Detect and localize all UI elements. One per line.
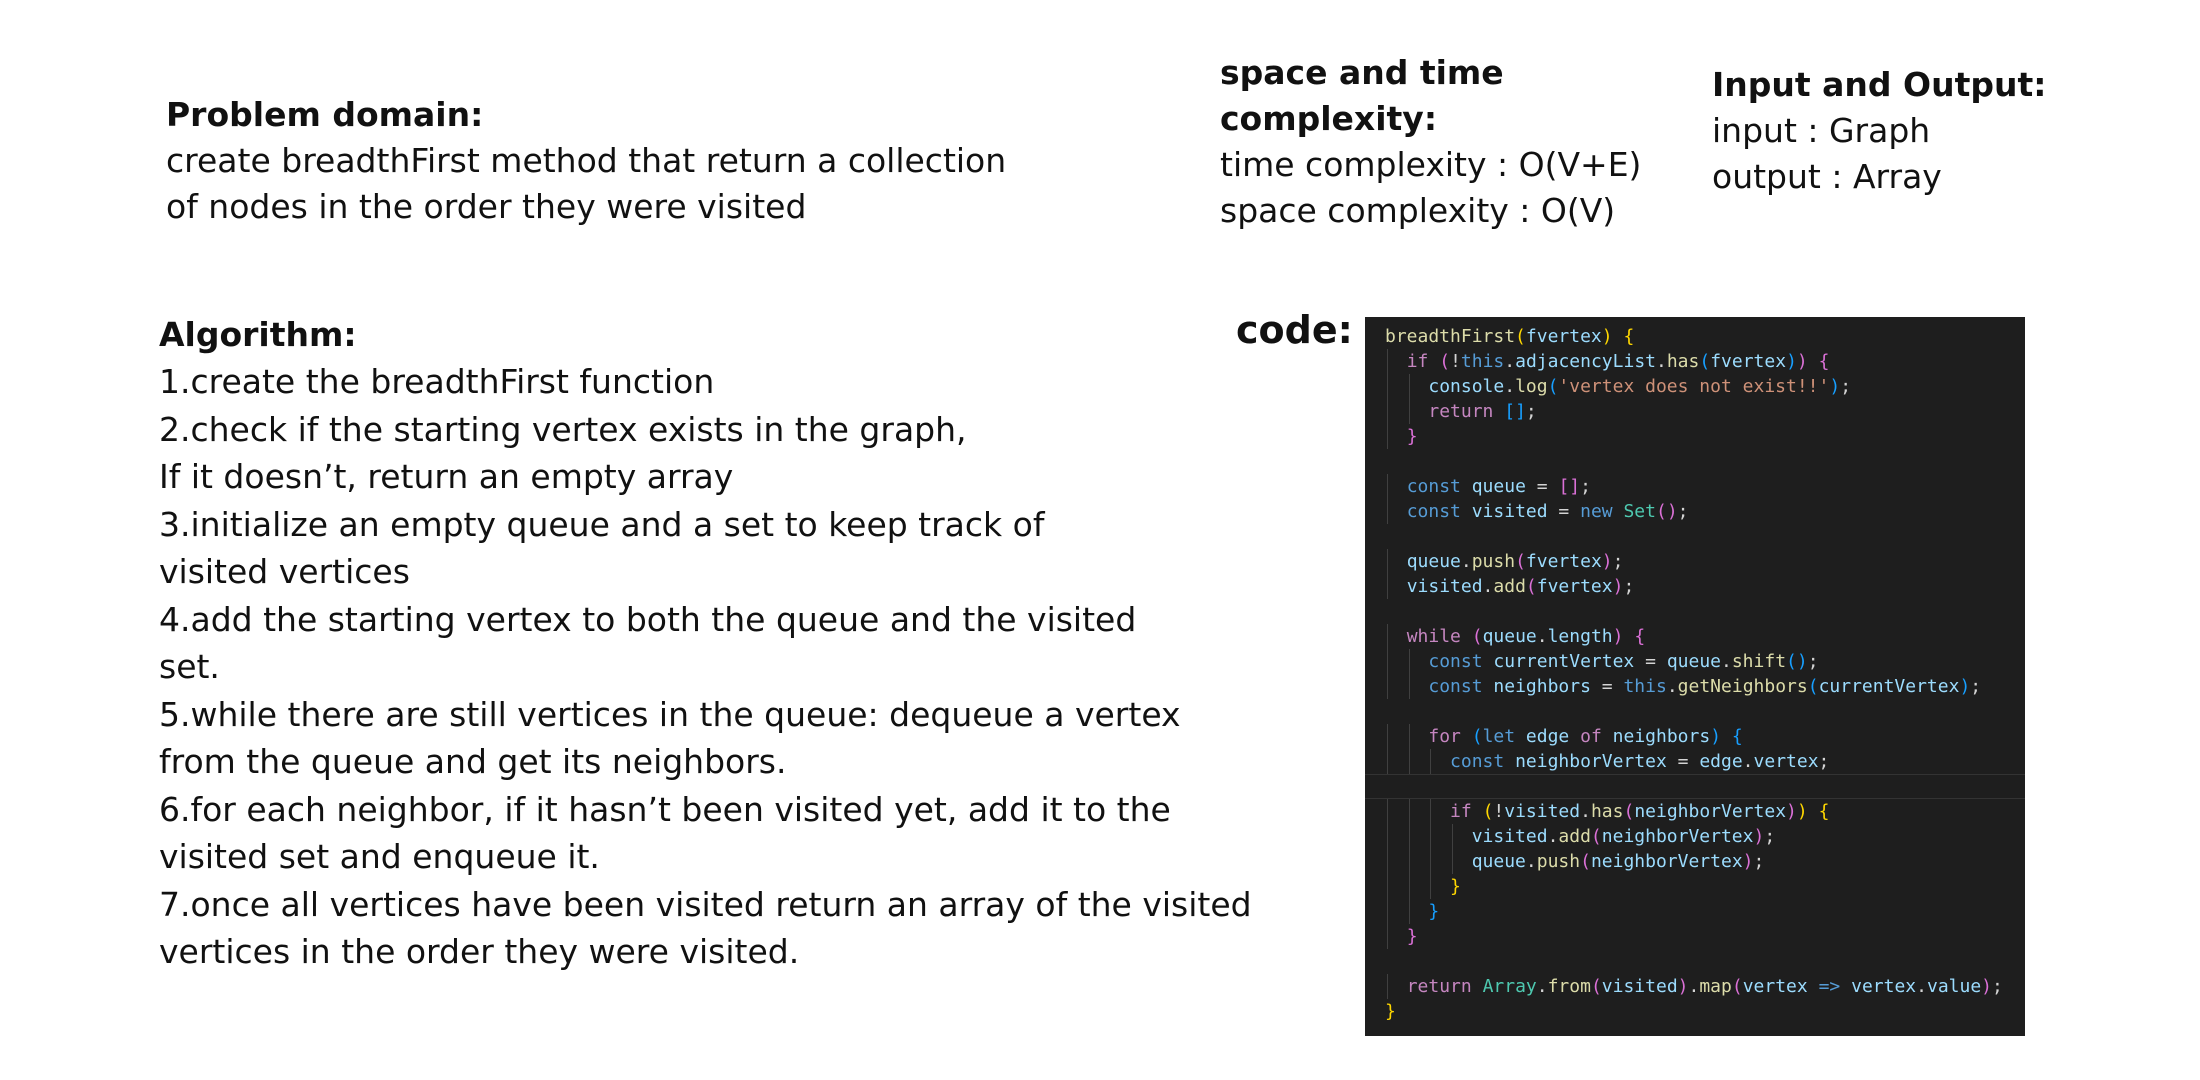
code-line-text: queue.push(fvertex); (1406, 551, 1624, 572)
code-line: const currentVertex = queue.shift(); (1365, 649, 2025, 674)
code-line: const neighborVertex = edge.vertex; (1365, 749, 2025, 774)
problem-domain-line: of nodes in the order they were visited (166, 187, 807, 226)
algorithm-line: visited set and enqueue it. (159, 837, 600, 876)
algorithm-line: 5.while there are still vertices in the … (159, 694, 1181, 734)
code-line-text: queue.push(neighborVertex); (1471, 851, 1765, 872)
code-line-text: const queue = []; (1406, 476, 1591, 497)
code-line: while (queue.length) { (1365, 624, 2025, 649)
problem-domain-heading: Problem domain: (166, 95, 484, 134)
algorithm-line: 7.once all vertices have been visited re… (159, 884, 1252, 924)
code-line: if (!this.adjacencyList.has(fvertex)) { (1365, 349, 2025, 374)
complexity-heading-line-1: space and time (1220, 53, 1504, 92)
algorithm-line: from the queue and get its neighbors. (159, 742, 787, 781)
code-line-text: } (1406, 926, 1418, 947)
code-line-text: visited.add(neighborVertex); (1471, 826, 1776, 847)
algorithm-line: 6.for each neighbor, if it hasn’t been v… (159, 789, 1171, 829)
input-output-heading: Input and Output: (1712, 65, 2047, 104)
complexity-heading-line-2: complexity: (1220, 99, 1438, 138)
code-line: breadthFirst(fvertex) { (1365, 324, 2025, 349)
code-line-text: const neighbors = this.getNeighbors(curr… (1428, 676, 1982, 697)
code-line-text: while (queue.length) { (1406, 626, 1646, 647)
code-line: return []; (1365, 399, 2025, 424)
code-label: code: (1236, 308, 1353, 352)
input-line: input : Graph (1712, 111, 1931, 150)
code-line-text: return []; (1428, 401, 1537, 422)
code-line-text: visited.add(fvertex); (1406, 576, 1635, 597)
code-line: } (1365, 924, 2025, 949)
algorithm-heading: Algorithm: (159, 315, 357, 354)
code-line: queue.push(fvertex); (1365, 549, 2025, 574)
problem-domain-line: create breadthFirst method that return a… (166, 141, 1007, 180)
algorithm-line: 1.create the breadthFirst function (159, 362, 715, 401)
problem-domain-section: Problem domain: create breadthFirst meth… (166, 92, 1006, 230)
code-line-text: return Array.from(visited).map(vertex =>… (1406, 976, 2003, 997)
code-line-text: const neighborVertex = edge.vertex; (1450, 751, 1830, 772)
space-complexity: space complexity : O(V) (1220, 191, 1616, 230)
code-line: } (1365, 424, 2025, 449)
code-line-text: const visited = new Set(); (1406, 501, 1689, 522)
output-line: output : Array (1712, 157, 1942, 196)
code-line-text: } (1385, 1001, 1396, 1022)
code-line: return Array.from(visited).map(vertex =>… (1365, 974, 2025, 999)
code-screenshot-panel: breadthFirst(fvertex) { if (!this.adjace… (1365, 317, 2025, 1036)
code-line-text: } (1450, 876, 1461, 897)
code-line: for (let edge of neighbors) { (1365, 724, 2025, 749)
algorithm-line: vertices in the order they were visited. (159, 932, 800, 971)
algorithm-line: 2.check if the starting vertex exists in… (159, 409, 967, 449)
algorithm-line: If it doesn’t, return an empty array (159, 457, 734, 496)
code-line-text: if (!visited.has(neighborVertex)) { (1450, 801, 1830, 822)
algorithm-section: Algorithm: 1.create the breadthFirst fun… (159, 312, 1252, 976)
code-line: } (1365, 899, 2025, 924)
code-line: queue.push(neighborVertex); (1365, 849, 2025, 874)
algorithm-line: 3.initialize an empty queue and a set to… (159, 504, 1045, 544)
time-complexity: time complexity : O(V+E) (1220, 145, 1642, 184)
code-line: visited.add(neighborVertex); (1365, 824, 2025, 849)
code-line: } (1365, 874, 2025, 899)
code-line: console.log('vertex does not exist!!'); (1365, 374, 2025, 399)
code-line-text: const currentVertex = queue.shift(); (1428, 651, 1819, 672)
code-line: const queue = []; (1365, 474, 2025, 499)
code-line (1365, 774, 2025, 799)
algorithm-line: visited vertices (159, 552, 410, 591)
algorithm-line: set. (159, 647, 220, 686)
code-line: const visited = new Set(); (1365, 499, 2025, 524)
code-line: visited.add(fvertex); (1365, 574, 2025, 599)
code-line-text: if (!this.adjacencyList.has(fvertex)) { (1406, 351, 1830, 372)
code-line: const neighbors = this.getNeighbors(curr… (1365, 674, 2025, 699)
code-line-text: for (let edge of neighbors) { (1428, 726, 1743, 747)
code-line-text: } (1428, 901, 1440, 922)
code-line: } (1365, 999, 2025, 1024)
input-output-section: Input and Output: input : Graph output :… (1712, 62, 2112, 200)
algorithm-line: 4.add the starting vertex to both the qu… (159, 599, 1137, 639)
code-line-text: breadthFirst(fvertex) { (1385, 326, 1635, 347)
complexity-section: space and time complexity: time complexi… (1220, 50, 1642, 234)
code-line: if (!visited.has(neighborVertex)) { (1365, 799, 2025, 824)
code-line-text: console.log('vertex does not exist!!'); (1428, 376, 1852, 397)
code-line-text: } (1406, 426, 1418, 447)
